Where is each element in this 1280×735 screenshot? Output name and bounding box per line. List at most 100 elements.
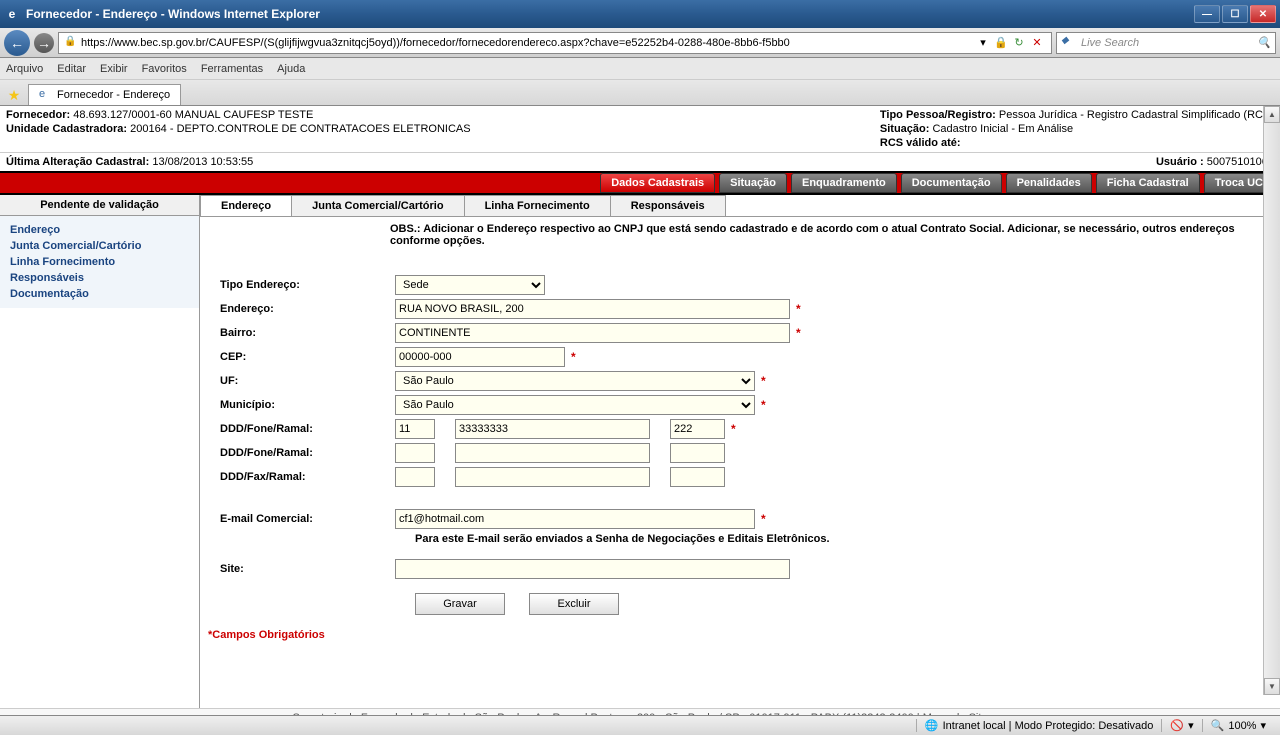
label-bairro: Bairro:	[220, 327, 395, 339]
obs-text: OBS.: Adicionar o Endereço respectivo ao…	[200, 217, 1280, 253]
search-placeholder: Live Search	[1081, 37, 1139, 49]
input-bairro[interactable]	[395, 323, 790, 343]
select-uf[interactable]: São Paulo	[395, 371, 755, 391]
refresh-icon[interactable]: ↻	[1011, 35, 1027, 51]
sidebar-link-junta[interactable]: Junta Comercial/Cartório	[10, 238, 189, 254]
subtabs: Endereço Junta Comercial/Cartório Linha …	[200, 195, 1280, 217]
select-tipo-endereco[interactable]: Sede	[395, 275, 545, 295]
address-bar[interactable]: 🔒 ▾ 🔒 ↻ ✕	[58, 32, 1052, 54]
stop-icon[interactable]: ✕	[1029, 35, 1045, 51]
status-intranet: 🌐 Intranet local | Modo Protegido: Desat…	[916, 719, 1161, 732]
statusbar: 🌐 Intranet local | Modo Protegido: Desat…	[0, 715, 1280, 735]
input-ddd2[interactable]	[395, 443, 435, 463]
input-ramal1[interactable]	[670, 419, 725, 439]
info-strip: Fornecedor: 48.693.127/0001-60 MANUAL CA…	[0, 106, 1280, 153]
ie-icon: e	[4, 6, 20, 22]
maximize-button[interactable]: ☐	[1222, 5, 1248, 23]
label-endereco: Endereço:	[220, 303, 395, 315]
menu-exibir[interactable]: Exibir	[100, 63, 128, 75]
input-cep[interactable]	[395, 347, 565, 367]
fornecedor-label: Fornecedor:	[6, 109, 70, 121]
scroll-down-icon[interactable]: ▼	[1264, 678, 1280, 695]
status-blocked[interactable]: 🚫▾	[1161, 719, 1201, 732]
input-ramal2[interactable]	[670, 443, 725, 463]
excluir-button[interactable]: Excluir	[529, 593, 619, 615]
sidebar-link-documentacao[interactable]: Documentação	[10, 286, 189, 302]
campos-obrigatorios: *Campos Obrigatórios	[200, 625, 1280, 645]
gravar-button[interactable]: Gravar	[415, 593, 505, 615]
favorites-icon[interactable]: ★	[4, 85, 24, 105]
label-ddd-fone-1: DDD/Fone/Ramal:	[220, 423, 395, 435]
input-fone1[interactable]	[455, 419, 650, 439]
dropdown-icon[interactable]: ▾	[975, 35, 991, 51]
input-endereco[interactable]	[395, 299, 790, 319]
input-fax3[interactable]	[455, 467, 650, 487]
urlbar-right: ▾ 🔒 ↻ ✕	[971, 35, 1049, 51]
subtab-junta[interactable]: Junta Comercial/Cartório	[291, 195, 464, 216]
subtab-linha[interactable]: Linha Fornecimento	[464, 195, 611, 216]
search-icon[interactable]: 🔍	[1257, 36, 1271, 49]
label-uf: UF:	[220, 375, 395, 387]
label-email: E-mail Comercial:	[220, 513, 395, 525]
rcs-label: RCS válido até:	[880, 137, 961, 149]
req-icon: *	[571, 350, 576, 364]
window-titlebar: e Fornecedor - Endereço - Windows Intern…	[0, 0, 1280, 28]
tab-ficha-cadastral[interactable]: Ficha Cadastral	[1096, 173, 1200, 193]
input-ramal3[interactable]	[670, 467, 725, 487]
close-button[interactable]: ✕	[1250, 5, 1276, 23]
globe-icon: 🌐	[925, 719, 939, 732]
menu-favoritos[interactable]: Favoritos	[142, 63, 187, 75]
label-ddd-fax: DDD/Fax/Ramal:	[220, 471, 395, 483]
situacao-label: Situação:	[880, 123, 930, 135]
select-municipio[interactable]: São Paulo	[395, 395, 755, 415]
status-zoom[interactable]: 🔍 100% ▾	[1202, 719, 1274, 732]
search-box[interactable]: ◆ Live Search 🔍	[1056, 32, 1276, 54]
input-email[interactable]	[395, 509, 755, 529]
tab-situacao[interactable]: Situação	[719, 173, 787, 193]
input-ddd1[interactable]	[395, 419, 435, 439]
input-ddd3[interactable]	[395, 467, 435, 487]
sidebar-link-endereco[interactable]: Endereço	[10, 222, 189, 238]
url-input[interactable]	[81, 37, 971, 49]
menu-ajuda[interactable]: Ajuda	[277, 63, 305, 75]
scrollbar[interactable]: ▲ ▼	[1263, 106, 1280, 695]
minimize-button[interactable]: —	[1194, 5, 1220, 23]
label-municipio: Município:	[220, 399, 395, 411]
menu-arquivo[interactable]: Arquivo	[6, 63, 43, 75]
sidebar-link-responsaveis[interactable]: Responsáveis	[10, 270, 189, 286]
tab-dados-cadastrais[interactable]: Dados Cadastrais	[600, 173, 715, 193]
tab-enquadramento[interactable]: Enquadramento	[791, 173, 897, 193]
tipo-value: Pessoa Jurídica - Registro Cadastral Sim…	[999, 109, 1274, 121]
label-site: Site:	[220, 563, 395, 575]
tab-penalidades[interactable]: Penalidades	[1006, 173, 1092, 193]
sidebar: Pendente de validação Endereço Junta Com…	[0, 195, 200, 708]
window-title: Fornecedor - Endereço - Windows Internet…	[26, 7, 1192, 21]
input-site[interactable]	[395, 559, 790, 579]
unidade-label: Unidade Cadastradora:	[6, 123, 127, 135]
fornecedor-value: 48.693.127/0001-60 MANUAL CAUFESP TESTE	[73, 109, 313, 121]
tab-documentacao[interactable]: Documentação	[901, 173, 1002, 193]
tab-title: Fornecedor - Endereço	[57, 89, 170, 101]
info-strip-2: Última Alteração Cadastral: 13/08/2013 1…	[0, 153, 1280, 171]
sidebar-link-linha[interactable]: Linha Fornecimento	[10, 254, 189, 270]
back-button[interactable]: ←	[4, 30, 30, 56]
lock-icon: 🔒	[64, 36, 78, 50]
menu-editar[interactable]: Editar	[57, 63, 86, 75]
subtab-responsaveis[interactable]: Responsáveis	[610, 195, 726, 216]
forward-button[interactable]: →	[34, 33, 54, 53]
browser-tab[interactable]: e Fornecedor - Endereço	[28, 84, 181, 105]
subtab-endereco[interactable]: Endereço	[200, 195, 292, 216]
unidade-value: 200164 - DEPTO.CONTROLE DE CONTRATACOES …	[130, 123, 470, 135]
ie-small-icon: e	[39, 88, 53, 102]
input-fone2[interactable]	[455, 443, 650, 463]
scroll-up-icon[interactable]: ▲	[1264, 106, 1280, 123]
label-cep: CEP:	[220, 351, 395, 363]
tipo-label: Tipo Pessoa/Registro:	[880, 109, 996, 121]
ultima-label: Última Alteração Cadastral:	[6, 156, 149, 168]
req-icon: *	[796, 302, 801, 316]
tabbar: ★ e Fornecedor - Endereço	[0, 80, 1280, 106]
req-icon: *	[761, 398, 766, 412]
menu-ferramentas[interactable]: Ferramentas	[201, 63, 263, 75]
email-note: Para este E-mail serão enviados a Senha …	[220, 531, 1260, 557]
label-ddd-fone-2: DDD/Fone/Ramal:	[220, 447, 395, 459]
